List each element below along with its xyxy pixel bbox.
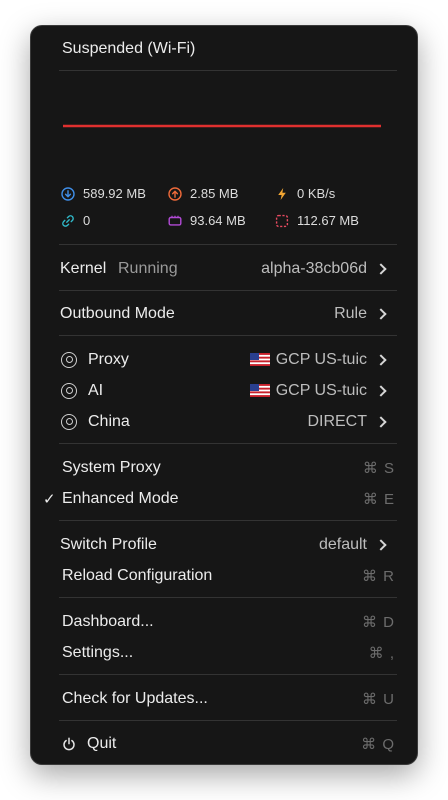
settings-item[interactable]: Settings... ⌘ , bbox=[31, 637, 417, 668]
system-proxy-item[interactable]: System Proxy ⌘ S bbox=[31, 452, 417, 483]
separator bbox=[59, 520, 397, 521]
proxy-group-name: Proxy bbox=[88, 350, 129, 368]
status-bar-menu: Suspended (Wi-Fi) 589.92 MB 2.85 MB 0 KB… bbox=[30, 25, 418, 765]
chevron-right-icon bbox=[375, 538, 387, 551]
stat-upload: 2.85 MB bbox=[168, 186, 238, 201]
checkmark-icon: ✓ bbox=[43, 490, 56, 508]
connection-count: 0 bbox=[83, 213, 91, 228]
dashboard-item[interactable]: Dashboard... ⌘ D bbox=[31, 606, 417, 637]
system-proxy-label: System Proxy bbox=[62, 458, 161, 476]
upload-icon bbox=[168, 186, 182, 201]
stat-connections: 0 bbox=[61, 213, 90, 228]
outbound-mode-value: Rule bbox=[334, 304, 367, 322]
proxy-group-value-group: GCP US-tuic bbox=[249, 350, 387, 369]
kernel-state: Running bbox=[118, 259, 178, 277]
chevron-right-icon bbox=[375, 262, 387, 275]
proxy-group-row[interactable]: Proxy GCP US-tuic bbox=[31, 344, 417, 375]
proxy-group-name: AI bbox=[88, 381, 104, 399]
upload-total: 2.85 MB bbox=[190, 186, 239, 201]
chevron-right-icon bbox=[375, 353, 387, 366]
separator bbox=[59, 443, 397, 444]
proxy-group-name: China bbox=[88, 412, 130, 430]
memory-usage: 93.64 MB bbox=[190, 213, 246, 228]
stat-other: 112.67 MB bbox=[275, 213, 359, 228]
switch-profile-value-group: default bbox=[318, 535, 387, 554]
target-icon bbox=[61, 413, 77, 430]
status-title: Suspended (Wi-Fi) bbox=[62, 39, 196, 57]
traffic-chart bbox=[63, 124, 381, 128]
proxy-group-value-group: GCP US-tuic bbox=[249, 381, 387, 400]
separator bbox=[59, 674, 397, 675]
quit-shortcut: ⌘ Q bbox=[361, 735, 395, 753]
dashed-square-icon bbox=[275, 214, 289, 228]
settings-shortcut: ⌘ , bbox=[368, 644, 395, 662]
proxy-group-value-group: DIRECT bbox=[307, 412, 387, 431]
link-icon bbox=[61, 214, 75, 228]
separator bbox=[59, 244, 397, 245]
separator bbox=[59, 720, 397, 721]
power-icon bbox=[63, 736, 75, 750]
separator bbox=[59, 70, 397, 71]
us-flag-icon bbox=[249, 384, 270, 397]
current-speed: 0 KB/s bbox=[297, 186, 336, 201]
quit-label: Quit bbox=[87, 734, 117, 752]
other-usage: 112.67 MB bbox=[297, 213, 359, 228]
stat-memory: 93.64 MB bbox=[168, 213, 246, 228]
proxy-group-value: GCP US-tuic bbox=[275, 350, 367, 368]
check-updates-label: Check for Updates... bbox=[62, 689, 208, 707]
outbound-mode-value-group: Rule bbox=[334, 304, 387, 323]
stat-speed: 0 KB/s bbox=[275, 186, 335, 201]
separator bbox=[59, 290, 397, 291]
lightning-icon bbox=[275, 187, 289, 201]
download-total: 589.92 MB bbox=[83, 186, 146, 201]
switch-profile-label: Switch Profile bbox=[60, 535, 157, 553]
chevron-right-icon bbox=[375, 307, 387, 320]
check-updates-item[interactable]: Check for Updates... ⌘ U bbox=[31, 683, 417, 714]
chevron-right-icon bbox=[375, 384, 387, 397]
status-row: Suspended (Wi-Fi) bbox=[31, 33, 417, 64]
chevron-right-icon bbox=[375, 415, 387, 428]
outbound-mode-label: Outbound Mode bbox=[60, 304, 175, 322]
us-flag-icon bbox=[249, 353, 270, 366]
settings-label: Settings... bbox=[62, 643, 134, 661]
switch-profile-item[interactable]: Switch Profile default bbox=[31, 529, 417, 560]
proxy-group-value: DIRECT bbox=[307, 412, 367, 430]
reload-configuration-shortcut: ⌘ R bbox=[362, 567, 395, 585]
enhanced-mode-item[interactable]: ✓ Enhanced Mode ⌘ E bbox=[31, 483, 417, 514]
dashboard-label: Dashboard... bbox=[62, 612, 154, 630]
separator bbox=[59, 335, 397, 336]
proxy-group-row[interactable]: AI GCP US-tuic bbox=[31, 375, 417, 406]
kernel-label: Kernel bbox=[60, 259, 107, 277]
download-icon bbox=[61, 186, 75, 201]
enhanced-mode-label: Enhanced Mode bbox=[62, 489, 179, 507]
switch-profile-value: default bbox=[318, 535, 367, 553]
quit-item[interactable]: Quit ⌘ Q bbox=[31, 728, 417, 759]
target-icon bbox=[61, 382, 77, 399]
kernel-row[interactable]: Kernel Running alpha-38cb06d bbox=[31, 253, 417, 284]
check-updates-shortcut: ⌘ U bbox=[362, 690, 395, 708]
system-proxy-shortcut: ⌘ S bbox=[362, 459, 395, 477]
proxy-group-value: GCP US-tuic bbox=[275, 381, 367, 399]
reload-configuration-item[interactable]: Reload Configuration ⌘ R bbox=[31, 560, 417, 591]
proxy-group-row[interactable]: China DIRECT bbox=[31, 406, 417, 437]
outbound-mode-row[interactable]: Outbound Mode Rule bbox=[31, 298, 417, 329]
memory-icon bbox=[168, 214, 182, 228]
stat-download: 589.92 MB bbox=[61, 186, 146, 201]
separator bbox=[59, 597, 397, 598]
kernel-version-group: alpha-38cb06d bbox=[261, 259, 387, 278]
enhanced-mode-shortcut: ⌘ E bbox=[362, 490, 395, 508]
reload-configuration-label: Reload Configuration bbox=[62, 566, 213, 584]
target-icon bbox=[61, 351, 77, 368]
kernel-version: alpha-38cb06d bbox=[261, 259, 367, 277]
dashboard-shortcut: ⌘ D bbox=[362, 613, 395, 631]
